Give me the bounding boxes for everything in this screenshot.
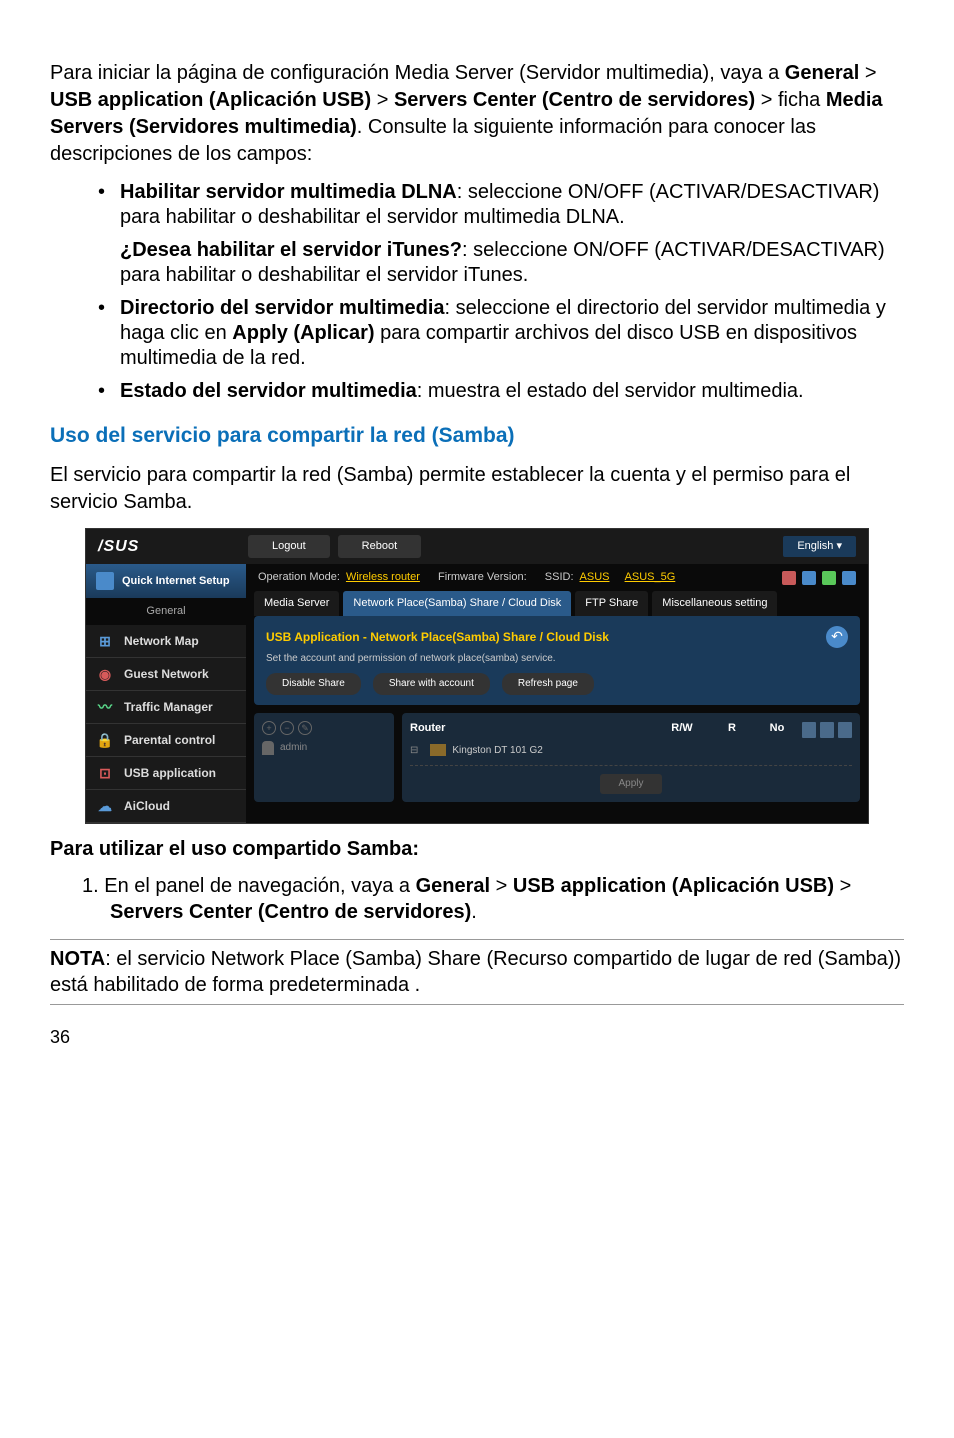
cloud-icon: ☁: [96, 797, 114, 815]
network-icon: ⊞: [96, 632, 114, 650]
share-with-account-button[interactable]: Share with account: [373, 673, 490, 695]
traffic-icon: 〰: [96, 698, 114, 716]
sidebar-item-traffic-manager[interactable]: 〰 Traffic Manager: [86, 691, 246, 724]
col-rw: R/W: [652, 721, 712, 736]
col-router: Router: [410, 721, 652, 736]
section-text: El servicio para compartir la red (Samba…: [50, 462, 904, 516]
disable-share-button[interactable]: Disable Share: [266, 673, 361, 695]
apply-button[interactable]: Apply: [600, 774, 661, 794]
panel-title: USB Application - Network Place(Samba) S…: [266, 629, 609, 645]
bullet-list: Habilitar servidor multimedia DLNA: sele…: [50, 180, 904, 404]
sidebar: Quick Internet Setup General ⊞ Network M…: [86, 564, 246, 823]
doc-icon[interactable]: [820, 722, 834, 738]
disk-icon: [430, 744, 446, 756]
logout-button[interactable]: Logout: [248, 535, 330, 558]
tab-media-server[interactable]: Media Server: [254, 591, 339, 616]
bullet-item: Estado del servidor multimedia: muestra …: [120, 379, 904, 404]
parental-icon: 🔒: [96, 731, 114, 749]
divider: [50, 939, 904, 940]
col-r: R: [712, 721, 752, 736]
bullet-item: Habilitar servidor multimedia DLNA: sele…: [120, 180, 904, 230]
info-row: Operation Mode: Wireless router Firmware…: [246, 564, 868, 591]
sidebar-item-guest-network[interactable]: ◉ Guest Network: [86, 658, 246, 691]
doc-icon[interactable]: [838, 722, 852, 738]
back-icon[interactable]: ↶: [826, 626, 848, 648]
admin-user[interactable]: admin: [262, 741, 386, 755]
table-row[interactable]: ⊟ Kingston DT 101 G2: [410, 740, 852, 762]
bullet-item: ¿Desea habilitar el servidor iTunes?: se…: [120, 238, 904, 288]
add-icon[interactable]: +: [262, 721, 276, 735]
tab-ftp-share[interactable]: FTP Share: [575, 591, 648, 616]
quick-internet-setup[interactable]: Quick Internet Setup: [86, 564, 246, 598]
user-icon: [262, 741, 274, 755]
bullet-item: Directorio del servidor multimedia: sele…: [120, 296, 904, 371]
account-panel: + − ✎ admin: [254, 713, 394, 802]
qis-icon: [96, 572, 114, 590]
general-label: General: [86, 598, 246, 625]
tab-misc[interactable]: Miscellaneous setting: [652, 591, 777, 616]
status-icon: [802, 571, 816, 585]
panel-subtitle: Set the account and permission of networ…: [266, 652, 848, 666]
status-icon: [822, 571, 836, 585]
language-selector[interactable]: English ▾: [783, 536, 856, 557]
status-icon: [782, 571, 796, 585]
col-no: No: [752, 721, 802, 736]
doc-icon[interactable]: [802, 722, 816, 738]
tab-bar: Media Server Network Place(Samba) Share …: [246, 591, 868, 616]
edit-icon[interactable]: ✎: [298, 721, 312, 735]
tab-network-place[interactable]: Network Place(Samba) Share / Cloud Disk: [343, 591, 571, 616]
guest-icon: ◉: [96, 665, 114, 683]
settings-panel: USB Application - Network Place(Samba) S…: [254, 616, 860, 705]
step-1: 1. En el panel de navegación, vaya a Gen…: [50, 873, 904, 925]
divider: [50, 1004, 904, 1005]
section-heading: Uso del servicio para compartir la red (…: [50, 422, 904, 450]
refresh-page-button[interactable]: Refresh page: [502, 673, 594, 695]
router-screenshot: /SUS Logout Reboot English ▾ Quick Inter…: [85, 528, 869, 824]
sidebar-item-network-map[interactable]: ⊞ Network Map: [86, 625, 246, 658]
asus-logo: /SUS: [98, 536, 248, 558]
share-table: Router R/W R No ⊟: [402, 713, 860, 802]
sidebar-item-usb-application[interactable]: ⊡ USB application: [86, 757, 246, 790]
remove-icon[interactable]: −: [280, 721, 294, 735]
ss-topbar: /SUS Logout Reboot English ▾: [86, 529, 868, 564]
reboot-button[interactable]: Reboot: [338, 535, 421, 558]
note: NOTA: el servicio Network Place (Samba) …: [50, 944, 904, 1000]
intro-paragraph: Para iniciar la página de configuración …: [50, 60, 904, 168]
ssid-link[interactable]: ASUS: [580, 570, 610, 585]
sidebar-item-aicloud[interactable]: ☁ AiCloud: [86, 790, 246, 823]
status-icon: [842, 571, 856, 585]
page-number: 36: [50, 1025, 904, 1049]
subsection-heading: Para utilizar el uso compartido Samba:: [50, 836, 904, 863]
sidebar-item-parental-control[interactable]: 🔒 Parental control: [86, 724, 246, 757]
opmode-link[interactable]: Wireless router: [346, 570, 420, 585]
ssid-link-5g[interactable]: ASUS_5G: [625, 570, 676, 585]
usb-icon: ⊡: [96, 764, 114, 782]
main-panel: Operation Mode: Wireless router Firmware…: [246, 564, 868, 823]
